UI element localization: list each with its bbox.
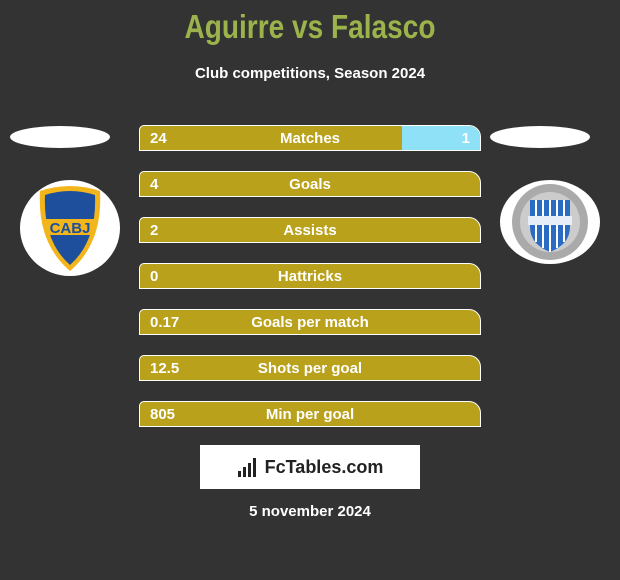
left-team-logo: CABJ xyxy=(20,180,120,276)
subtitle: Club competitions, Season 2024 xyxy=(194,65,426,82)
page-title: Aguirre vs Falasco xyxy=(184,8,436,45)
godoy-cruz-crest-icon xyxy=(512,184,588,260)
stat-bar-shots-per-goal: 12.5 Shots per goal xyxy=(139,355,481,381)
brand-text: FcTables.com xyxy=(264,456,384,477)
fctables-logo[interactable]: FcTables.com xyxy=(200,445,420,489)
svg-text:CABJ: CABJ xyxy=(50,220,91,237)
right-player-oval xyxy=(490,126,590,148)
stat-label: Matches xyxy=(279,130,341,147)
stat-label: Hattricks xyxy=(277,268,343,285)
stat-bar-assists: 2 Assists xyxy=(139,217,481,243)
boca-crest-icon: CABJ xyxy=(39,186,101,271)
stat-bar-matches: 24 Matches 1 xyxy=(139,125,481,151)
stat-label: Assists xyxy=(283,222,337,239)
stat-bar-goals-per-match: 0.17 Goals per match xyxy=(139,309,481,335)
date: 5 november 2024 xyxy=(249,503,371,520)
left-player-oval xyxy=(10,126,110,148)
stat-bar-hattricks: 0 Hattricks xyxy=(139,263,481,289)
stat-label: Shots per goal xyxy=(257,360,363,377)
stat-label: Min per goal xyxy=(265,406,355,423)
right-team-logo xyxy=(500,180,600,264)
right-value: 1 xyxy=(461,130,470,147)
stat-bar-goals: 4 Goals xyxy=(139,171,481,197)
stat-label: Goals xyxy=(289,176,331,193)
stat-label: Goals per match xyxy=(251,314,369,331)
chart-bars-icon xyxy=(237,458,256,477)
stat-bar-min-per-goal: 805 Min per goal xyxy=(139,401,481,427)
